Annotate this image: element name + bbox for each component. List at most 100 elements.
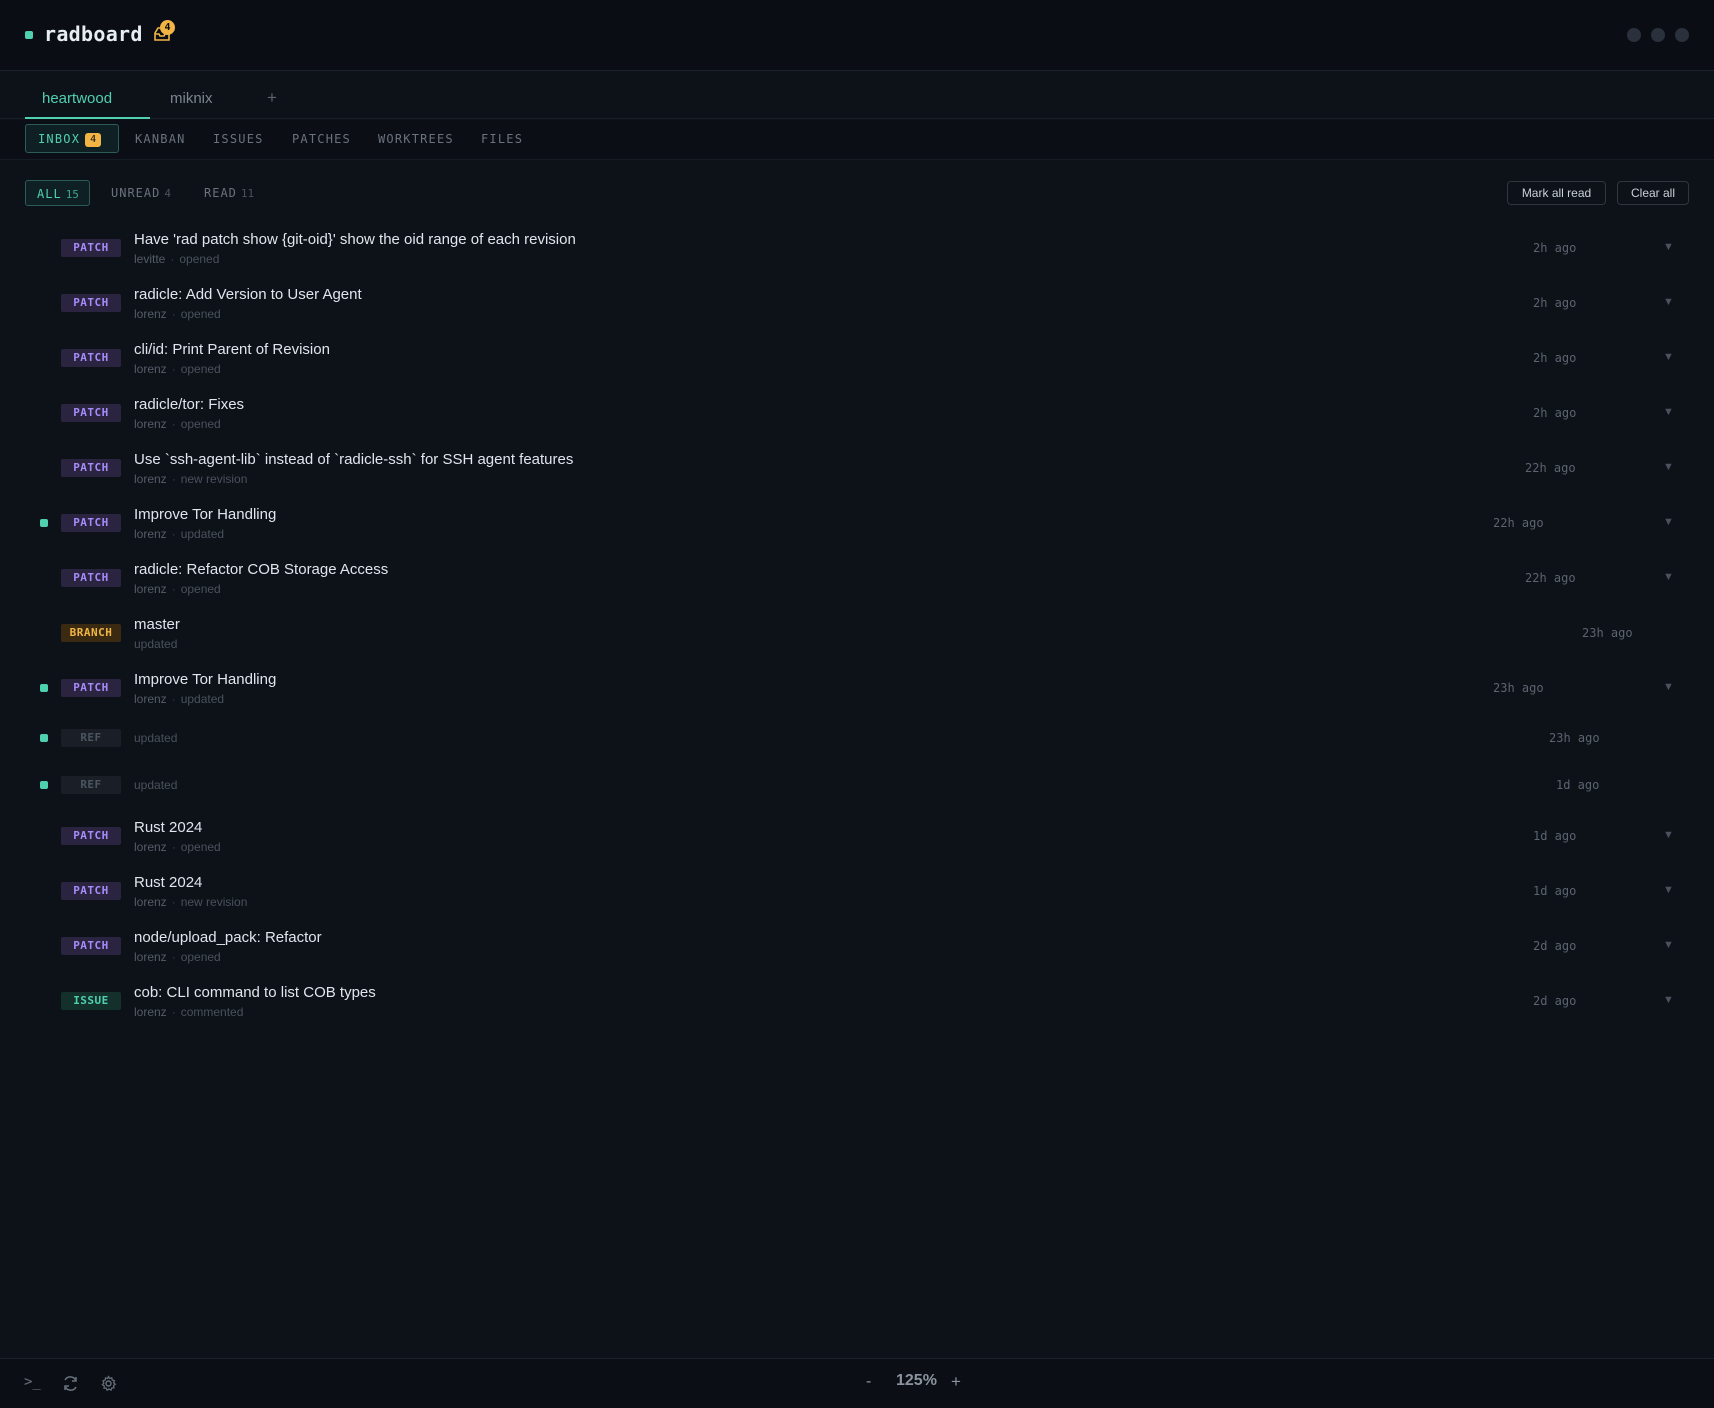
filter-all-count: 15 xyxy=(65,188,79,201)
item-title: cob: CLI command to list COB types xyxy=(134,984,376,1001)
item-action: updated xyxy=(134,731,178,745)
item-author: levitte xyxy=(134,252,166,266)
repo-tab-heartwood[interactable]: heartwood xyxy=(42,90,112,107)
gear-icon[interactable] xyxy=(100,1375,117,1392)
item-time: 1d ago xyxy=(1533,884,1577,898)
filter-read-label: READ xyxy=(204,186,237,200)
item-meta: lorenz · opened xyxy=(134,362,221,376)
item-action: new revision xyxy=(180,472,248,486)
chevron-down-icon[interactable]: ▼ xyxy=(1663,939,1674,951)
item-meta: lorenz · opened xyxy=(134,582,221,596)
item-time: 23h ago xyxy=(1549,731,1600,745)
title-bar: radboard 4 xyxy=(0,0,1714,71)
item-time: 2h ago xyxy=(1533,406,1577,420)
add-repo-button[interactable]: + xyxy=(267,88,277,108)
chevron-down-icon[interactable]: ▼ xyxy=(1663,406,1674,418)
item-time: 23h ago xyxy=(1493,681,1544,695)
list-item[interactable]: PATCH radicle: Add Version to User Agent… xyxy=(0,282,1714,332)
type-badge: ISSUE xyxy=(61,992,121,1010)
chevron-down-icon[interactable]: ▼ xyxy=(1663,994,1674,1006)
chevron-down-icon[interactable]: ▼ xyxy=(1663,351,1674,363)
filter-unread[interactable]: UNREAD 4 xyxy=(111,180,171,206)
list-item[interactable]: PATCH Rust 2024 lorenz · opened 1d ago ▼ xyxy=(0,815,1714,865)
repo-tab-miknix[interactable]: miknix xyxy=(170,90,213,107)
item-time: 2d ago xyxy=(1533,994,1577,1008)
unread-indicator xyxy=(40,684,48,692)
item-meta: lorenz · opened xyxy=(134,950,221,964)
list-item[interactable]: PATCH Improve Tor Handling lorenz · update… xyxy=(0,667,1714,717)
item-time: 2d ago xyxy=(1533,939,1577,953)
tab-inbox[interactable]: INBOX 4 xyxy=(25,124,119,153)
list-item[interactable]: PATCH Have 'rad patch show {git-oid}' sh… xyxy=(0,227,1714,277)
type-badge: BRANCH xyxy=(61,624,121,642)
chevron-down-icon[interactable]: ▼ xyxy=(1663,681,1674,693)
list-item[interactable]: PATCH Rust 2024 lorenz · new revision 1d a… xyxy=(0,870,1714,920)
chevron-down-icon[interactable]: ▼ xyxy=(1663,461,1674,473)
item-meta: lorenz · opened xyxy=(134,307,221,321)
list-item[interactable]: PATCH Use `ssh-agent-lib` instead of `ra… xyxy=(0,447,1714,497)
type-badge: PATCH xyxy=(61,404,121,422)
filter-unread-count: 4 xyxy=(164,187,171,200)
tab-kanban[interactable]: KANBAN xyxy=(135,132,186,146)
tab-issues[interactable]: ISSUES xyxy=(213,132,264,146)
zoom-level: 125% xyxy=(896,1372,937,1389)
item-meta: updated xyxy=(134,637,177,651)
list-item[interactable]: REF updated 23h ago xyxy=(0,722,1714,766)
active-tab-indicator xyxy=(25,117,150,119)
type-badge: PATCH xyxy=(61,514,121,532)
item-title: Have 'rad patch show {git-oid}' show the… xyxy=(134,231,576,248)
chevron-down-icon[interactable]: ▼ xyxy=(1663,829,1674,841)
item-title: cli/id: Print Parent of Revision xyxy=(134,341,330,358)
list-item[interactable]: PATCH radicle: Refactor COB Storage Acce… xyxy=(0,557,1714,607)
refresh-icon[interactable] xyxy=(62,1375,79,1392)
type-badge: REF xyxy=(61,776,121,794)
list-item[interactable]: PATCH radicle/tor: Fixes lorenz · opened 2… xyxy=(0,392,1714,442)
item-title: radicle/tor: Fixes xyxy=(134,396,245,413)
list-item[interactable]: BRANCH master updated 23h ago xyxy=(0,612,1714,662)
tab-worktrees[interactable]: WORKTREES xyxy=(378,132,454,146)
zoom-out-button[interactable]: - xyxy=(866,1373,871,1391)
unread-indicator xyxy=(40,734,48,742)
terminal-icon[interactable]: >_ xyxy=(24,1374,41,1390)
item-author: lorenz xyxy=(134,692,167,706)
window-control-close[interactable] xyxy=(1675,28,1689,42)
window-control-maximize[interactable] xyxy=(1651,28,1665,42)
filter-all[interactable]: ALL 15 xyxy=(25,180,90,206)
item-author: lorenz xyxy=(134,472,167,486)
clear-all-button[interactable]: Clear all xyxy=(1617,181,1689,205)
mark-all-read-button[interactable]: Mark all read xyxy=(1507,181,1606,205)
list-item[interactable]: PATCH cli/id: Print Parent of Revision l… xyxy=(0,337,1714,387)
section-tabs: INBOX 4 KANBAN ISSUES PATCHES WORKTREES F… xyxy=(0,120,1714,160)
item-time: 22h ago xyxy=(1525,461,1576,475)
item-meta: lorenz · updated xyxy=(134,692,225,706)
window-control-minimize[interactable] xyxy=(1627,28,1641,42)
item-action: updated xyxy=(180,527,225,541)
list-item[interactable]: ISSUE cob: CLI command to list COB types… xyxy=(0,980,1714,1030)
chevron-down-icon[interactable]: ▼ xyxy=(1663,296,1674,308)
unread-indicator xyxy=(40,781,48,789)
item-author: lorenz xyxy=(134,417,167,431)
zoom-in-button[interactable]: + xyxy=(951,1372,961,1392)
item-title: radicle: Add Version to User Agent xyxy=(134,286,362,303)
item-title: Improve Tor Handling xyxy=(134,671,277,688)
item-time: 22h ago xyxy=(1525,571,1576,585)
tab-files[interactable]: FILES xyxy=(481,132,523,146)
chevron-down-icon[interactable]: ▼ xyxy=(1663,571,1674,583)
item-time: 2h ago xyxy=(1533,241,1577,255)
item-title: master xyxy=(134,616,180,633)
item-time: 23h ago xyxy=(1582,626,1633,640)
list-item[interactable]: REF updated 1d ago xyxy=(0,769,1714,813)
item-author: lorenz xyxy=(134,1005,167,1019)
item-action: commented xyxy=(180,1005,244,1019)
item-action: updated xyxy=(180,692,225,706)
chevron-down-icon[interactable]: ▼ xyxy=(1663,884,1674,896)
item-meta: updated xyxy=(134,731,177,745)
chevron-down-icon[interactable]: ▼ xyxy=(1663,241,1674,253)
filter-read[interactable]: READ 11 xyxy=(204,180,254,206)
chevron-down-icon[interactable]: ▼ xyxy=(1663,516,1674,528)
item-title: node/upload_pack: Refactor xyxy=(134,929,322,946)
list-item[interactable]: PATCH node/upload_pack: Refactor lorenz ·… xyxy=(0,925,1714,975)
item-action: updated xyxy=(134,778,178,792)
tab-patches[interactable]: PATCHES xyxy=(292,132,351,146)
list-item[interactable]: PATCH Improve Tor Handling lorenz · update… xyxy=(0,502,1714,552)
